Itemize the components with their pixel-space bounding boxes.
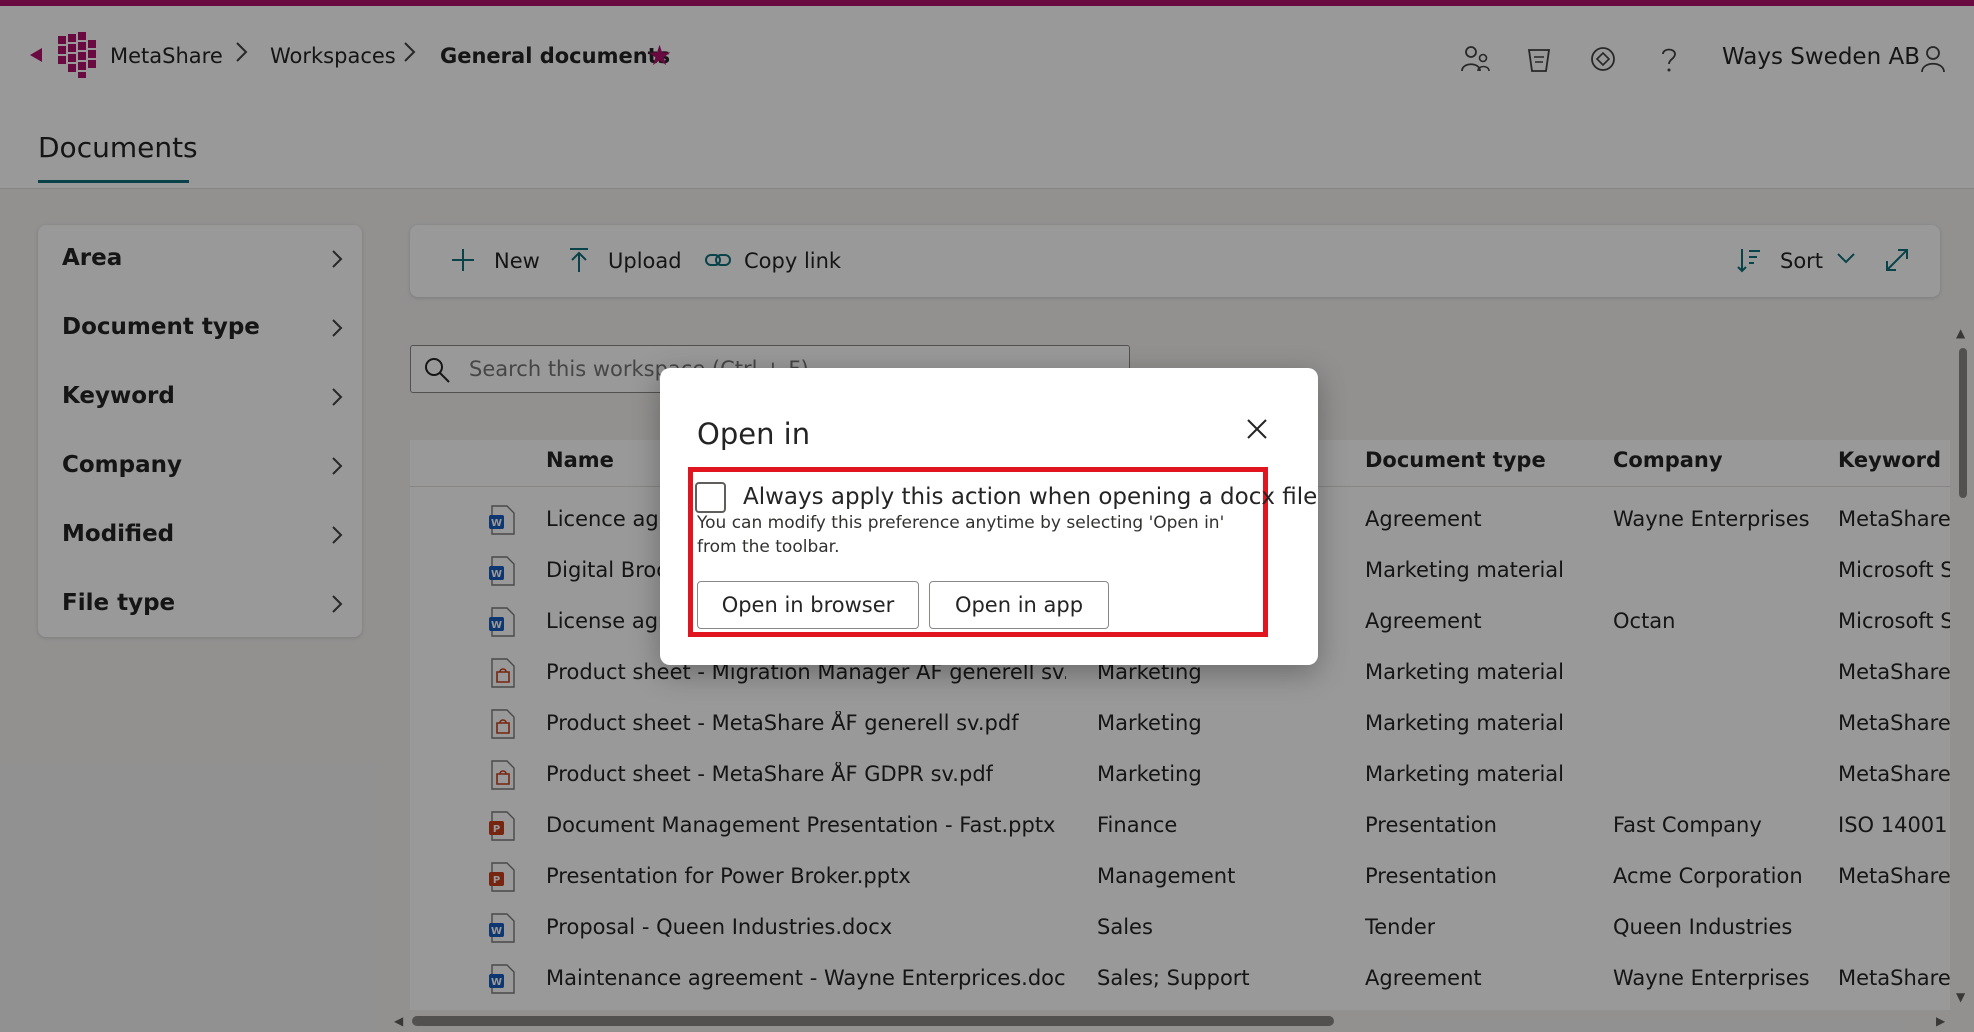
always-apply-checkbox[interactable] (695, 482, 726, 513)
dialog-title: Open in (697, 417, 811, 451)
always-apply-label[interactable]: Always apply this action when opening a … (743, 484, 1317, 510)
open-in-browser-button[interactable]: Open in browser (697, 581, 919, 629)
preference-hint: You can modify this preference anytime b… (697, 513, 1225, 557)
open-in-app-button[interactable]: Open in app (929, 581, 1109, 629)
close-icon[interactable] (1243, 415, 1271, 443)
open-in-dialog: Open in Always apply this action when op… (660, 368, 1318, 665)
